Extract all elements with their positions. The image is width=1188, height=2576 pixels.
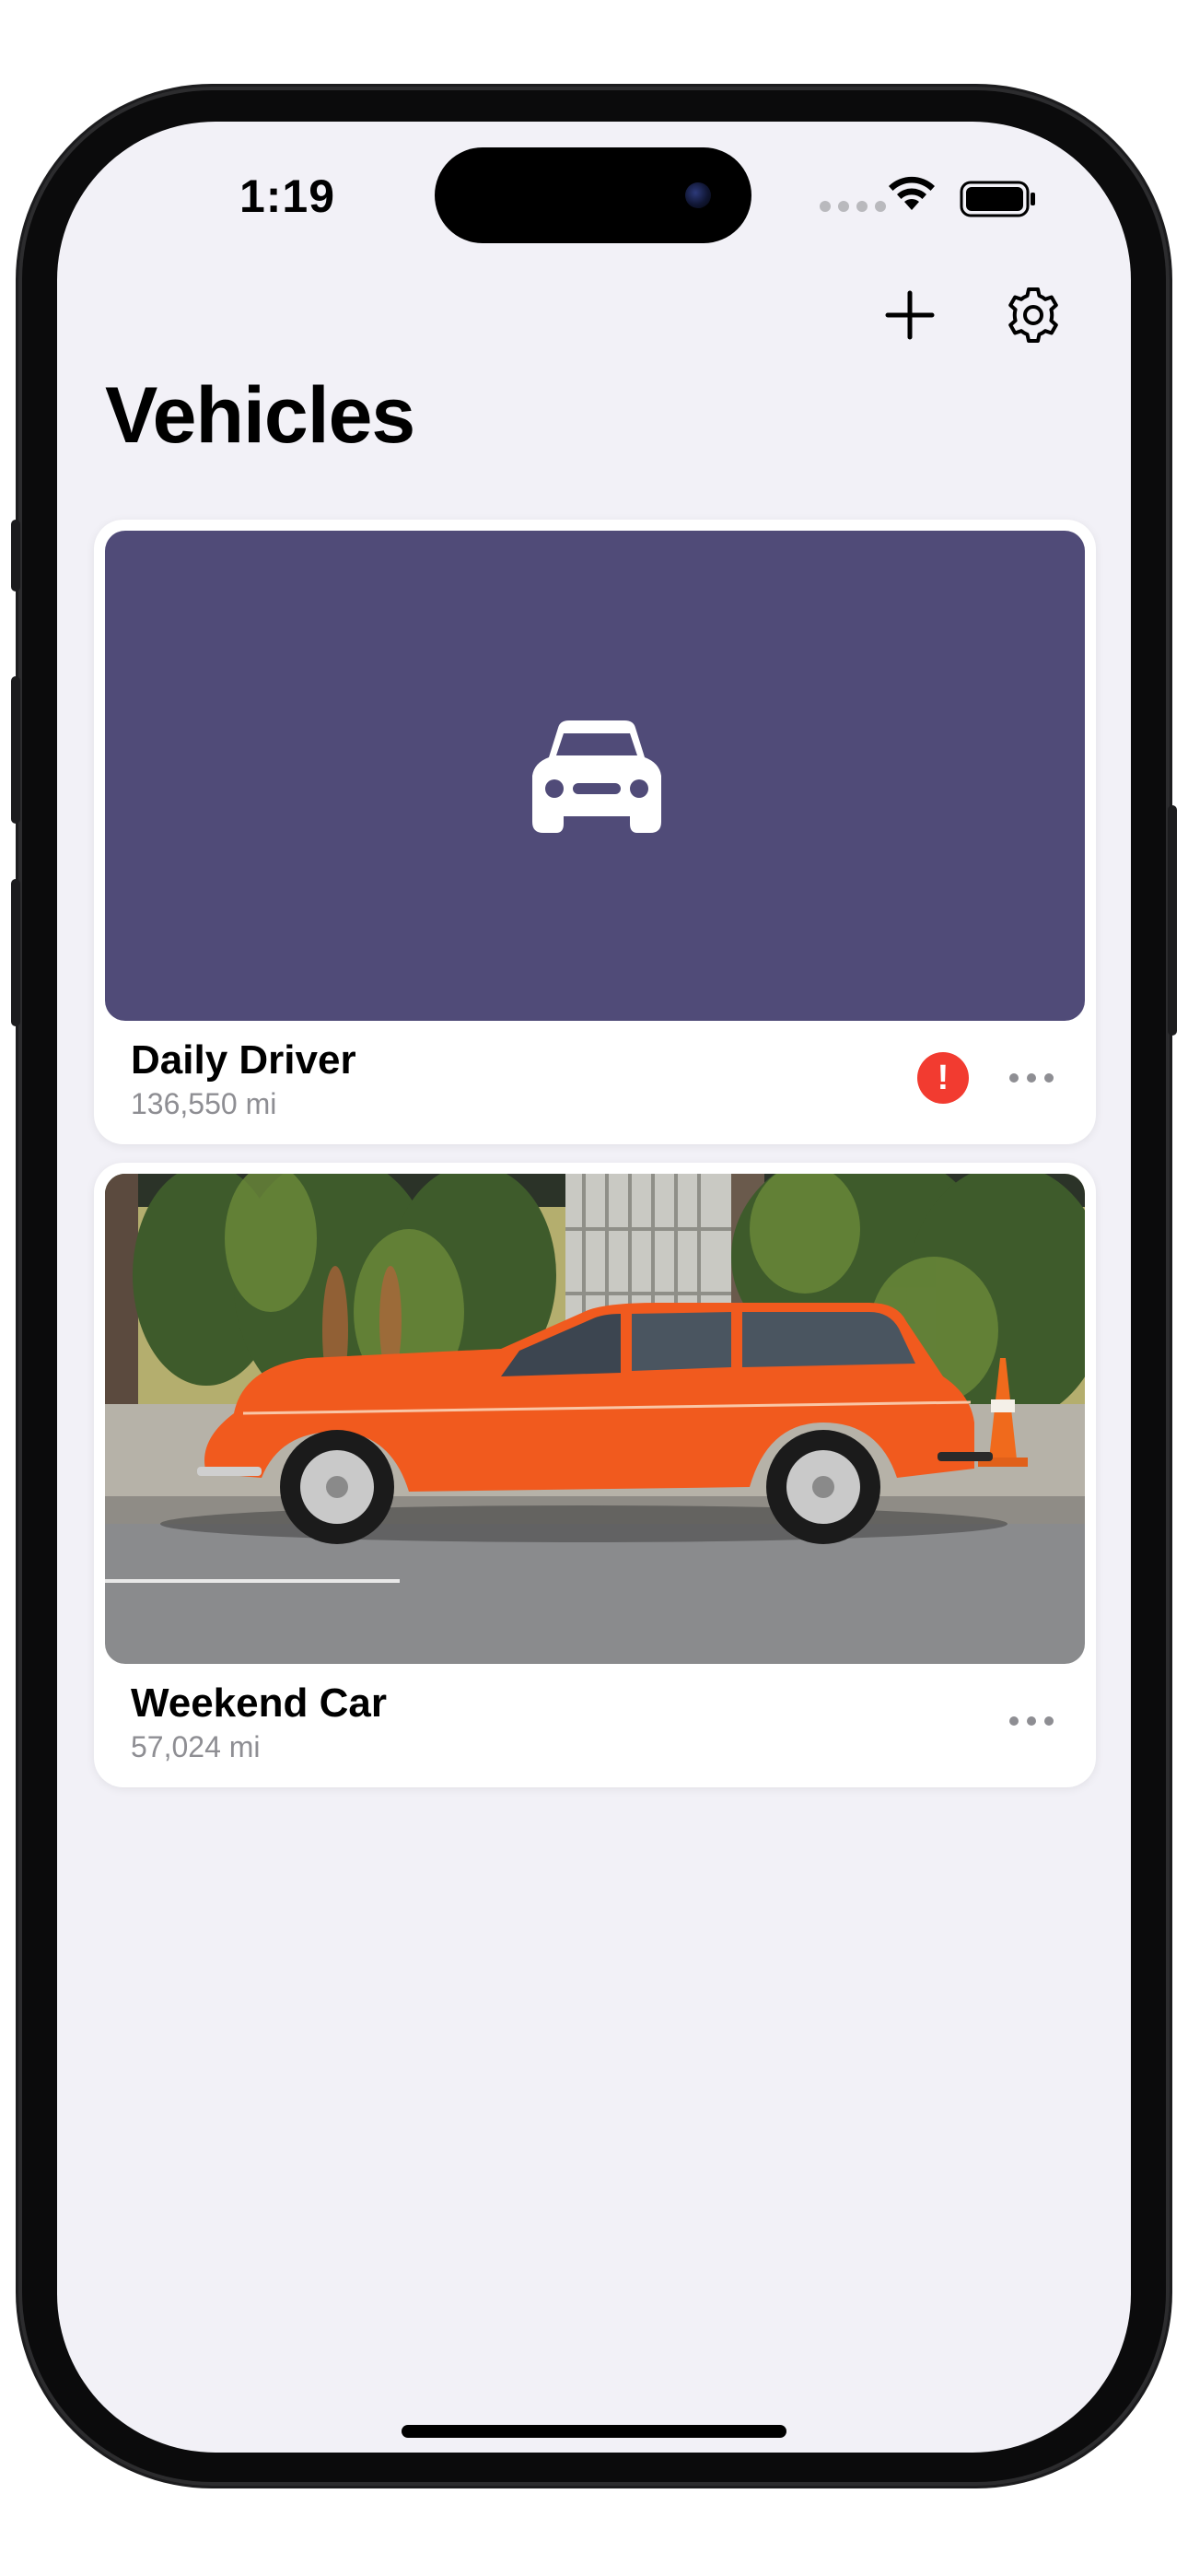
settings-button[interactable] <box>996 278 1070 352</box>
wifi-icon <box>889 176 935 210</box>
plus-icon <box>885 290 935 340</box>
volume-down-button <box>11 879 20 1026</box>
screen: 1:19 Vehicles Daily Driver 136,550 mi ! … <box>57 122 1131 2453</box>
volume-up-button <box>11 676 20 824</box>
more-options-button[interactable] <box>996 1695 1066 1747</box>
gear-icon <box>1008 287 1058 343</box>
vehicle-image-placeholder <box>105 531 1085 1021</box>
add-vehicle-button[interactable] <box>873 278 947 352</box>
vehicle-card-weekend-car[interactable]: Weekend Car 57,024 mi <box>94 1163 1096 1787</box>
status-time: 1:19 <box>239 170 336 222</box>
vehicle-card-daily-driver[interactable]: Daily Driver 136,550 mi ! <box>94 520 1096 1144</box>
battery-icon <box>960 181 1035 217</box>
dynamic-island <box>435 147 751 243</box>
vehicle-photo <box>105 1174 1085 1664</box>
vehicle-mileage: 136,550 mi <box>131 1087 277 1120</box>
action-button <box>11 520 20 591</box>
vehicle-mileage: 57,024 mi <box>131 1730 261 1763</box>
orange-station-wagon-photo <box>105 1174 1085 1664</box>
car-placeholder-icon <box>532 720 661 833</box>
vehicle-name: Daily Driver <box>131 1037 356 1083</box>
power-button <box>1168 805 1177 1036</box>
vehicle-name: Weekend Car <box>131 1680 387 1726</box>
alert-icon[interactable]: ! <box>917 1052 969 1104</box>
page-title: Vehicles <box>105 371 415 460</box>
cellular-signal-icon <box>820 201 886 212</box>
home-indicator[interactable] <box>402 2425 786 2438</box>
more-options-button[interactable] <box>996 1052 1066 1104</box>
front-camera-icon <box>685 182 711 208</box>
